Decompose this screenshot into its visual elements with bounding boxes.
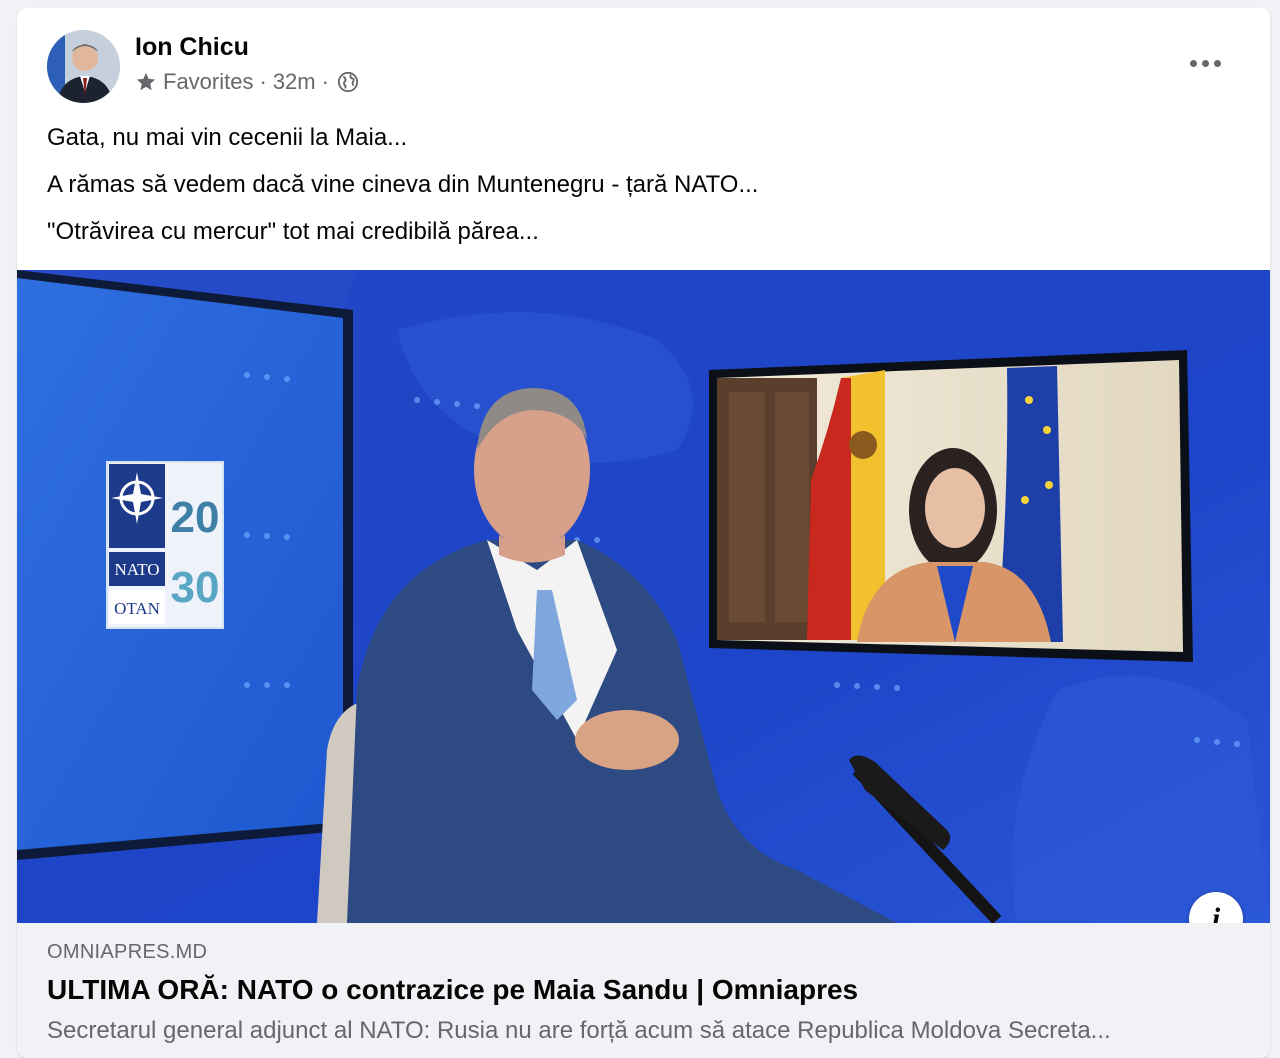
post-image[interactable]: NATO OTAN 20 30 bbox=[17, 270, 1270, 923]
author-avatar[interactable] bbox=[47, 30, 120, 103]
author-name[interactable]: Ion Chicu bbox=[135, 33, 249, 62]
more-options-icon[interactable] bbox=[1190, 56, 1224, 70]
audience-label[interactable]: Favorites bbox=[163, 69, 253, 95]
link-title[interactable]: ULTIMA ORĂ: NATO o contrazice pe Maia Sa… bbox=[47, 974, 858, 1006]
post-text-line-3: "Otrăvirea cu mercur" tot mai credibilă … bbox=[47, 218, 539, 245]
star-icon bbox=[135, 71, 157, 93]
meta-separator-2: · bbox=[321, 69, 329, 94]
post-card: Ion Chicu Favorites · 32m · Gata, nu mai… bbox=[17, 8, 1270, 1058]
globe-icon bbox=[337, 71, 359, 93]
post-text-line-1: Gata, nu mai vin cecenii la Maia... bbox=[47, 124, 408, 151]
post-text-line-2: A rămas să vedem dacă vine cineva din Mu… bbox=[47, 171, 759, 198]
nato-logo-text: NATO bbox=[114, 560, 159, 579]
link-description: Secretarul general adjunct al NATO: Rusi… bbox=[47, 1017, 1111, 1044]
link-preview[interactable]: OMNIAPRES.MD ULTIMA ORĂ: NATO o contrazi… bbox=[17, 923, 1270, 1058]
otan-logo-text: OTAN bbox=[114, 599, 160, 618]
link-domain: OMNIAPRES.MD bbox=[47, 941, 208, 963]
post-time[interactable]: 32m bbox=[273, 69, 316, 95]
post-meta: Favorites · 32m · bbox=[135, 69, 359, 95]
logo-year-top: 20 bbox=[171, 493, 220, 542]
logo-year-bottom: 30 bbox=[171, 563, 220, 612]
meta-separator: · bbox=[259, 69, 267, 94]
